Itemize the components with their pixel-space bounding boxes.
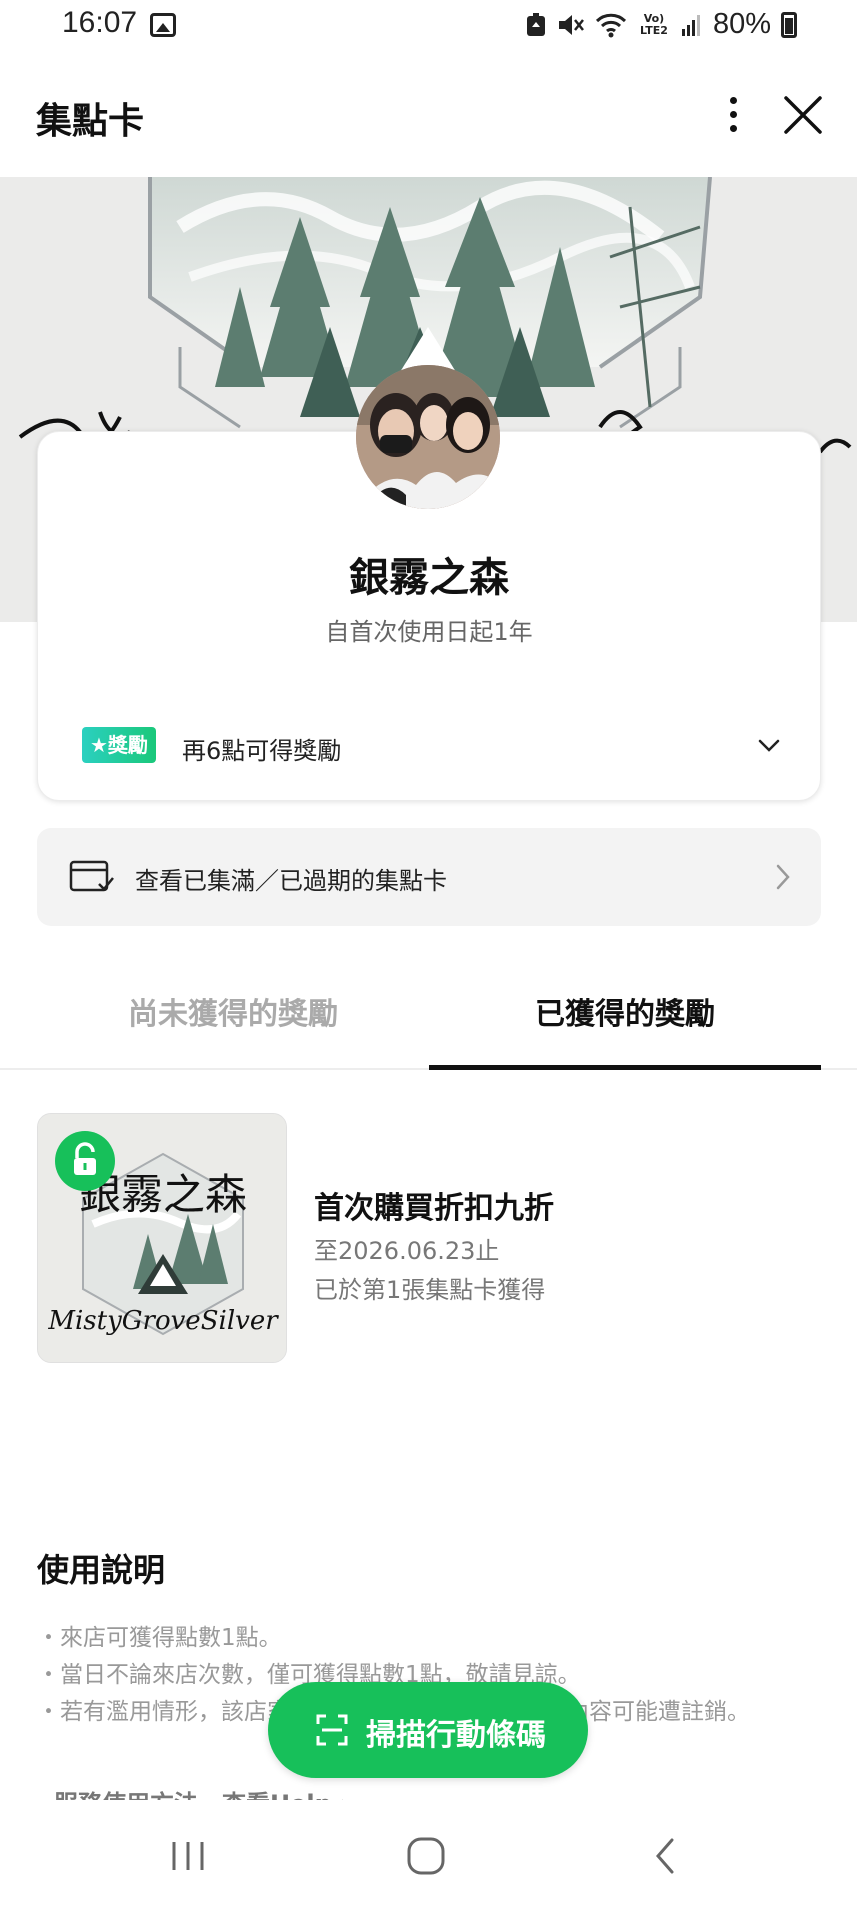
thumb-script-text: MistyGroveSilver [47, 1306, 279, 1336]
status-indicators: Vo) LTE2 80% [525, 8, 797, 41]
network-label: Vo) LTE2 [640, 11, 668, 37]
reward-progress-text: 再6點可得獎勵 [182, 737, 342, 765]
reward-title: 首次購買折扣九折 [314, 1191, 554, 1226]
mute-icon [558, 14, 584, 35]
reward-origin: 已於第1張集點卡獲得 [314, 1276, 546, 1304]
wifi-icon [595, 13, 627, 37]
store-name: 銀霧之森 [349, 555, 509, 601]
instructions-title: 使用說明 [37, 1551, 166, 1589]
reward-badge: ★獎勵 [82, 727, 156, 763]
status-bar: 16:07 Vo) LTE2 80% [0, 0, 857, 52]
view-expired-cards-link[interactable]: 查看已集滿／已過期的集點卡 [37, 828, 821, 926]
scan-icon [316, 1714, 348, 1746]
unlocked-badge [55, 1131, 115, 1191]
reward-list-item[interactable]: 銀霧之森 MistyGroveSilver 首次購買折扣九折 至2026.06.… [37, 1113, 821, 1365]
signal-icon [681, 14, 700, 36]
home-icon[interactable] [405, 1836, 449, 1876]
card-validity: 自首次使用日起1年 [325, 618, 533, 646]
instruction-line: ・來店可獲得點數1點。 [37, 1625, 282, 1651]
view-expired-cards-label: 查看已集滿／已過期的集點卡 [135, 867, 447, 895]
status-time: 16:07 [62, 6, 138, 39]
recycle-icon [526, 12, 545, 36]
scan-barcode-label: 掃描行動條碼 [366, 1718, 546, 1753]
close-icon[interactable] [778, 90, 828, 140]
battery-icon [781, 11, 797, 38]
store-avatar [356, 365, 500, 509]
tab-unearned-rewards[interactable]: 尚未獲得的獎勵 [37, 960, 429, 1070]
scan-barcode-button[interactable]: 掃描行動條碼 [268, 1682, 588, 1778]
card-check-icon [69, 860, 114, 892]
back-icon[interactable] [650, 1836, 680, 1876]
tab-earned-rewards[interactable]: 已獲得的獎勵 [429, 960, 821, 1070]
recent-apps-icon[interactable] [168, 1836, 208, 1876]
chevron-down-icon[interactable] [754, 731, 784, 761]
app-header: 集點卡 [0, 70, 857, 170]
reward-progress-row[interactable]: ★獎勵 再6點可得獎勵 [82, 727, 790, 767]
reward-tabs: 尚未獲得的獎勵 已獲得的獎勵 [0, 960, 857, 1070]
more-options-icon[interactable] [718, 90, 748, 140]
page-title: 集點卡 [36, 101, 145, 142]
unlock-icon [74, 1142, 96, 1175]
store-profile-photo [356, 365, 500, 509]
system-nav-bar [0, 1800, 857, 1911]
chevron-right-icon [776, 864, 790, 890]
reward-expiry: 至2026.06.23止 [314, 1237, 500, 1265]
battery-percent: 80% [712, 8, 771, 40]
gallery-notification-icon [150, 13, 176, 37]
